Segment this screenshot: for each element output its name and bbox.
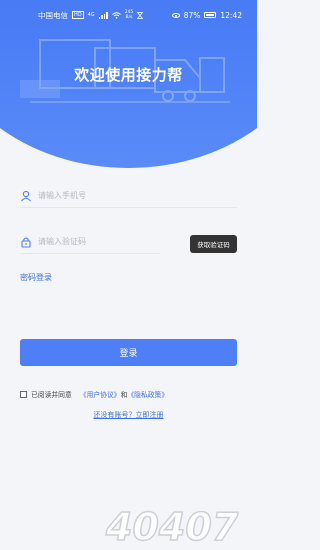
watermark-text: 40407 [105, 505, 239, 549]
phone-placeholder: 请输入手机号 [38, 191, 86, 200]
battery-icon [204, 12, 217, 18]
signal-icon [98, 11, 108, 19]
status-bar: 中国电信 HD 4G 245 B/s 87% 12:42 [0, 0, 257, 30]
page-title: 欢迎使用接力帮 [74, 66, 183, 84]
header: 中国电信 HD 4G 245 B/s 87% 12:42 欢迎使用接力帮 [0, 0, 257, 168]
user-agreement-link[interactable]: 《用户协议》 [80, 389, 121, 399]
get-code-button[interactable]: 获取验证码 [190, 235, 237, 253]
watermark-logo: 40407 [104, 504, 239, 550]
user-icon [21, 190, 31, 201]
agreement-checkbox[interactable] [20, 390, 27, 398]
carrier-label: 中国电信 [38, 10, 68, 20]
network-label: 4G [87, 12, 95, 18]
agreement-prefix: 已阅读并同意 [31, 391, 72, 399]
network-speed: 245 B/s [125, 10, 134, 20]
speed-unit: B/s [125, 15, 133, 20]
agreement-row: 已阅读并同意 《用户协议》 和 《隐私政策》 [20, 389, 168, 399]
eye-icon [171, 12, 180, 18]
register-link[interactable]: 还没有账号？立即注册 [0, 410, 257, 420]
lock-icon [21, 236, 31, 248]
privacy-policy-link[interactable]: 《隐私政策》 [127, 389, 168, 399]
password-login-link[interactable]: 密码登录 [20, 272, 52, 283]
wifi-icon [111, 11, 121, 19]
hd-badge: HD [72, 11, 84, 19]
login-button[interactable]: 登录 [20, 339, 237, 366]
agreement-and: 和 [120, 391, 128, 399]
battery-percent: 87% [183, 10, 201, 20]
phone-input[interactable]: 请输入手机号 [20, 184, 237, 208]
code-placeholder: 请输入验证码 [38, 237, 86, 246]
code-input[interactable]: 请输入验证码 [20, 230, 160, 254]
clock: 12:42 [220, 10, 242, 20]
hourglass-icon [137, 11, 144, 19]
